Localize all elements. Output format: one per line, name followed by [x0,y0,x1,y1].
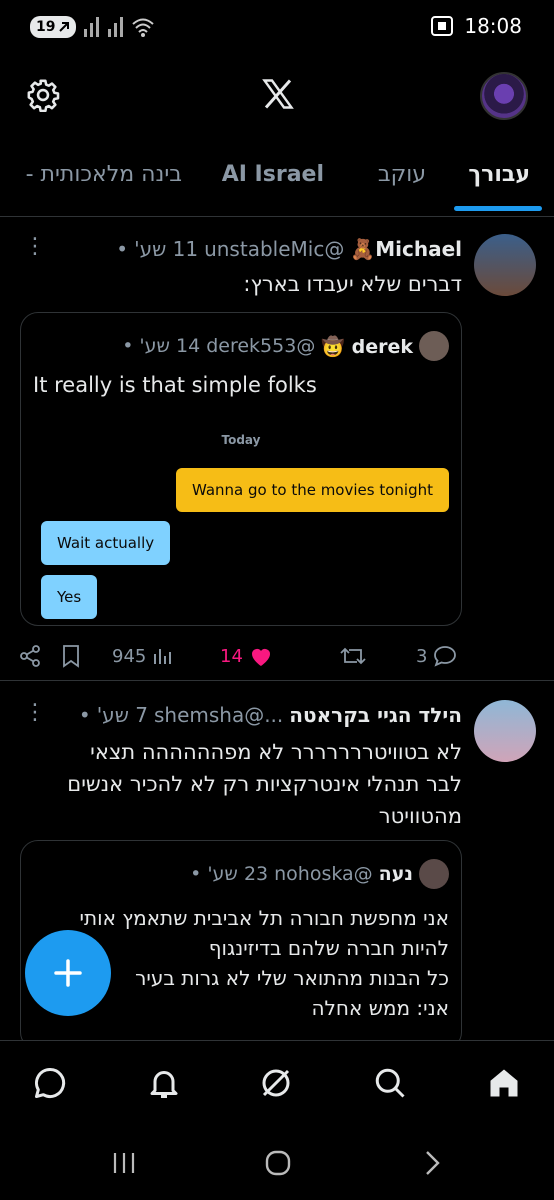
views-chart-icon [154,649,172,664]
tweet-author-name[interactable]: Michael🧸 [350,237,462,261]
retweet-icon [340,647,366,665]
chat-screenshot: Today Wanna go to the movies tonight Wai… [21,423,461,623]
reply-button[interactable]: 3 [416,638,457,674]
notification-badge: 19 [30,16,77,38]
tab-ai-israel[interactable]: AI Israel [222,162,324,187]
quoted-avatar [419,859,449,889]
chat-bubble-sent: Wanna go to the movies tonight [175,468,449,512]
tweet-card[interactable]: Michael🧸 @unstableMic 11 שע' • ⋮ דברים ש… [0,218,554,680]
search-icon [375,1068,405,1098]
nav-grok[interactable] [256,1063,296,1103]
system-navigation-bar [0,1126,554,1200]
tweet-time: 7 שע' [96,703,148,727]
bell-icon [150,1071,178,1098]
compose-tweet-button[interactable] [25,930,111,1016]
tweet-time: 11 שע' [134,237,199,261]
signal-icon [84,17,100,37]
signal-icon-2 [108,17,124,37]
quoted-author-handle: @nohoska [274,863,373,885]
grok-icon [262,1069,290,1097]
separator-dot: • [122,335,134,357]
quoted-author-name: derek 🤠 [321,335,413,358]
timeline-tabs: עבורך עוקב AI Israel בינה מלאכותית - [0,140,554,216]
separator-dot: • [78,703,91,727]
tabs-divider [0,216,554,217]
quoted-time: 23 שע' [207,863,269,885]
share-button[interactable] [18,638,42,674]
tweet-actions: 945 14 3 [18,638,462,674]
quoted-tweet[interactable]: derek 🤠 @derek553 14 שע' • It really is … [20,312,462,626]
plus-icon [54,959,82,987]
top-header [0,66,554,128]
nav-home[interactable] [484,1063,524,1103]
tweet-text: דברים שלא יעבדו בארץ: [243,272,462,296]
tweet-avatar[interactable] [474,234,536,296]
tweet-header: Michael🧸 @unstableMic 11 שע' • [20,234,462,264]
active-tab-indicator [454,206,542,211]
retweet-button[interactable] [340,638,366,674]
quoted-tweet-header: derek 🤠 @derek553 14 שע' • [122,331,449,361]
bookmark-button[interactable] [60,638,82,674]
share-icon [20,645,40,667]
nav-search[interactable] [370,1063,410,1103]
x-logo-icon[interactable] [260,76,296,112]
reply-bubble-icon [434,646,457,667]
reply-count: 3 [416,645,428,667]
separator-dot: • [190,863,202,885]
home-circle-icon[interactable] [258,1146,298,1180]
screen-record-icon [431,16,454,36]
tweet-author-handle[interactable]: @unstableMic [204,237,344,261]
nav-notifications[interactable] [144,1063,184,1103]
heart-filled-icon [251,649,270,666]
tweet-author-name[interactable]: הילד הגיי בקראטה [289,703,462,727]
chat-bubble-received: Wait actually [41,521,171,565]
bottom-navigation [0,1040,554,1126]
quoted-avatar [419,331,449,361]
tweet-header: הילד הגיי בקראטה ...@shemsha 7 שע' • [20,700,462,730]
chat-day-label: Today [221,433,261,447]
views-count: 945 [112,645,147,667]
wifi-icon [132,18,155,37]
tweet-author-handle[interactable]: ...@shemsha [154,703,283,727]
views-button[interactable]: 945 [112,638,172,674]
quoted-tweet-header: נעה @nohoska 23 שע' • [190,859,449,889]
chat-bubble-received: Yes [41,575,98,619]
tweet-text: לא בטוויטררררררר לא מפהההההה תצאי לבר תנ… [67,740,462,828]
settings-gear-icon[interactable] [26,78,60,113]
bookmark-icon [63,645,79,668]
more-options-icon[interactable]: ⋮ [24,700,46,725]
tab-ai-hebrew[interactable]: בינה מלאכותית - [26,162,182,187]
quoted-time: 14 שע' [139,335,201,357]
like-count: 14 [220,645,243,667]
clock: 18:08 [464,14,522,38]
message-bubble-icon [35,1067,66,1098]
tweet-avatar[interactable] [474,700,536,762]
quoted-tweet-text: It really is that simple folks [33,373,317,397]
quoted-author-handle: @derek553 [206,335,316,357]
tab-for-you[interactable]: עבורך [468,162,530,187]
more-options-icon[interactable]: ⋮ [24,234,46,259]
like-button[interactable]: 14 [220,638,273,674]
tab-following[interactable]: עוקב [378,162,426,187]
back-chevron-icon[interactable] [412,1146,452,1180]
nav-messages[interactable] [30,1063,70,1103]
tweet-divider [0,680,554,681]
quoted-author-name: נעה [378,863,413,885]
separator-dot: • [116,237,129,261]
profile-avatar[interactable] [480,72,528,120]
status-bar: 19 18:08 [0,0,554,56]
recent-apps-icon[interactable] [104,1146,144,1180]
home-icon [490,1069,518,1097]
